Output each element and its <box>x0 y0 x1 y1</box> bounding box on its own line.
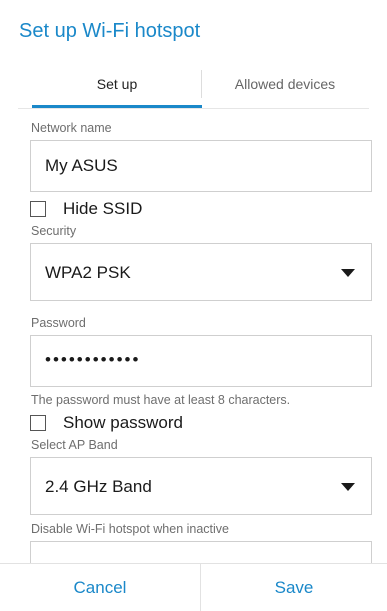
network-name-label: Network name <box>31 121 112 135</box>
hide-ssid-row[interactable]: Hide SSID <box>30 199 142 219</box>
save-button[interactable]: Save <box>201 564 387 611</box>
ap-band-label: Select AP Band <box>31 438 118 452</box>
show-password-row[interactable]: Show password <box>30 413 183 433</box>
network-name-value: My ASUS <box>45 156 118 175</box>
security-dropdown[interactable]: WPA2 PSK <box>30 243 372 301</box>
ap-band-value: 2.4 GHz Band <box>45 477 152 496</box>
password-field[interactable]: •••••••••••• <box>30 335 372 387</box>
dialog-footer: Cancel Save <box>0 563 387 611</box>
show-password-label: Show password <box>63 413 184 432</box>
ap-band-dropdown[interactable]: 2.4 GHz Band <box>30 457 372 515</box>
caret-down-icon <box>341 269 355 277</box>
hide-ssid-label: Hide SSID <box>63 199 143 218</box>
hide-ssid-checkbox[interactable] <box>30 201 46 217</box>
tab-allowed-devices[interactable]: Allowed devices <box>202 62 368 106</box>
show-password-checkbox[interactable] <box>30 415 46 431</box>
network-name-field[interactable]: My ASUS <box>30 140 372 192</box>
password-label: Password <box>31 316 86 330</box>
password-hint: The password must have at least 8 charac… <box>31 393 291 407</box>
caret-down-icon <box>341 483 355 491</box>
page-title: Set up Wi-Fi hotspot <box>19 20 201 42</box>
cancel-button[interactable]: Cancel <box>0 564 200 611</box>
tab-set-up[interactable]: Set up <box>32 62 202 106</box>
tab-bar: Set up Allowed devices <box>0 62 387 108</box>
security-label: Security <box>31 224 77 238</box>
tab-divider-line <box>18 108 369 109</box>
security-value: WPA2 PSK <box>45 263 131 282</box>
password-value: •••••••••••• <box>45 350 141 369</box>
disable-inactive-label: Disable Wi-Fi hotspot when inactive <box>31 522 229 536</box>
